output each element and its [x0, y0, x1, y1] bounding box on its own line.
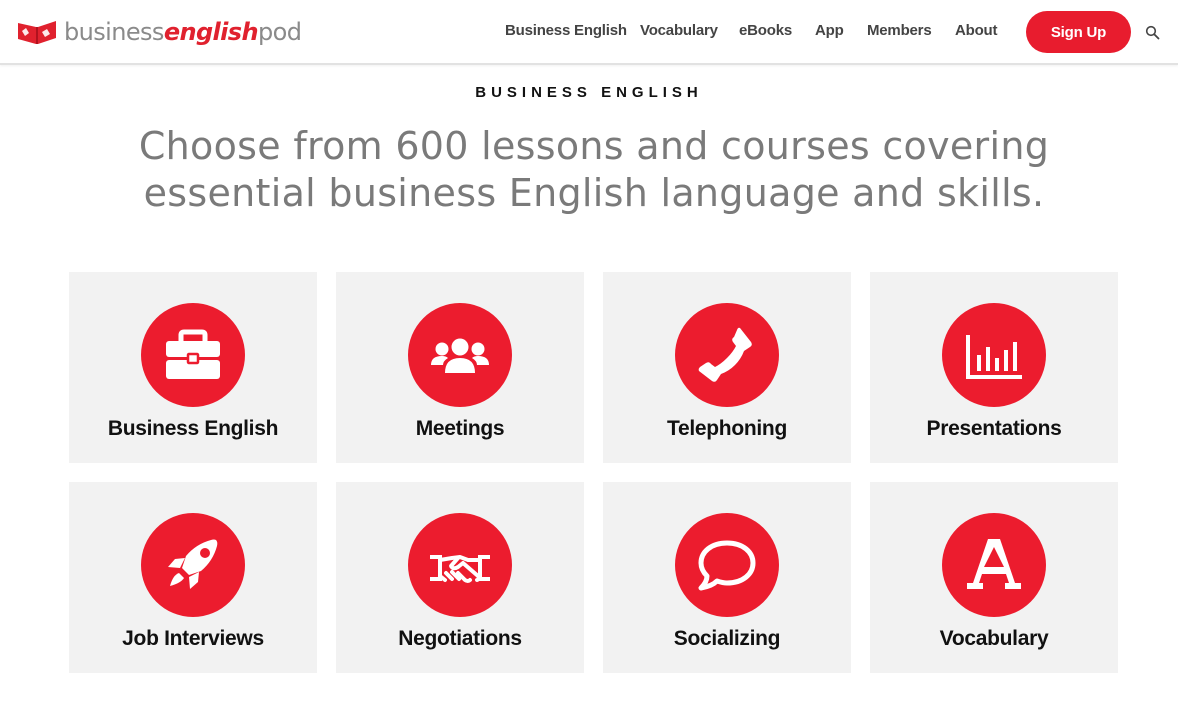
headline-line-1: Choose from 600 lessons and courses cove… [138, 124, 1050, 168]
card-icon-circle [942, 303, 1046, 407]
card-label: Job Interviews [122, 627, 264, 650]
logo-text-english: english [163, 18, 259, 46]
nav-item-vocabulary[interactable]: Vocabulary [640, 22, 718, 39]
nav-item-about[interactable]: About [955, 22, 998, 39]
card-label: Presentations [926, 417, 1062, 440]
speech-bubble-icon [698, 540, 756, 591]
card-meetings[interactable]: Meetings [336, 272, 584, 463]
card-job-interviews[interactable]: Job Interviews [69, 482, 317, 673]
card-label: Negotiations [398, 627, 522, 650]
card-icon-circle [675, 513, 779, 617]
book-icon [18, 21, 56, 44]
search-icon[interactable] [1145, 25, 1160, 40]
site-header: businessenglishpod Business English Voca… [0, 0, 1178, 65]
card-label: Telephoning [667, 417, 787, 440]
phone-icon [698, 327, 752, 382]
card-telephoning[interactable]: Telephoning [603, 272, 851, 463]
sign-up-button[interactable]: Sign Up [1026, 11, 1131, 53]
card-label: Business English [107, 417, 279, 440]
card-negotiations[interactable]: Negotiations [336, 482, 584, 673]
card-icon-circle [408, 303, 512, 407]
handshake-icon [430, 555, 490, 583]
headline-line-2: essential business English language and … [143, 171, 1045, 215]
nav-item-members[interactable]: Members [867, 22, 932, 39]
page-headline: Choose from 600 lessons and courses cove… [0, 123, 1178, 217]
site-logo[interactable]: businessenglishpod [16, 17, 302, 47]
card-business-english[interactable]: Business English [69, 272, 317, 463]
logo-text-business: business [64, 18, 164, 46]
nav-item-app[interactable]: App [815, 22, 844, 39]
card-icon-circle [408, 513, 512, 617]
card-vocabulary[interactable]: Vocabulary [870, 482, 1118, 673]
nav-item-business-english[interactable]: Business English [505, 22, 627, 39]
card-presentations[interactable]: Presentations [870, 272, 1118, 463]
logo-text-pod: pod [257, 18, 302, 46]
rocket-icon [168, 539, 218, 589]
card-icon-circle [141, 303, 245, 407]
users-icon [431, 338, 489, 373]
card-icon-circle [675, 303, 779, 407]
card-icon-circle [141, 513, 245, 617]
logo-text: businessenglishpod [64, 17, 302, 47]
section-eyebrow: BUSINESS ENGLISH [475, 84, 703, 101]
bar-chart-icon [966, 335, 1022, 379]
briefcase-icon [166, 329, 220, 379]
letter-a-icon [967, 539, 1021, 589]
card-label: Vocabulary [939, 627, 1049, 650]
card-label: Meetings [415, 417, 505, 440]
card-icon-circle [942, 513, 1046, 617]
nav-item-ebooks[interactable]: eBooks [739, 22, 792, 39]
card-label: Socializing [673, 627, 781, 650]
card-socializing[interactable]: Socializing [603, 482, 851, 673]
